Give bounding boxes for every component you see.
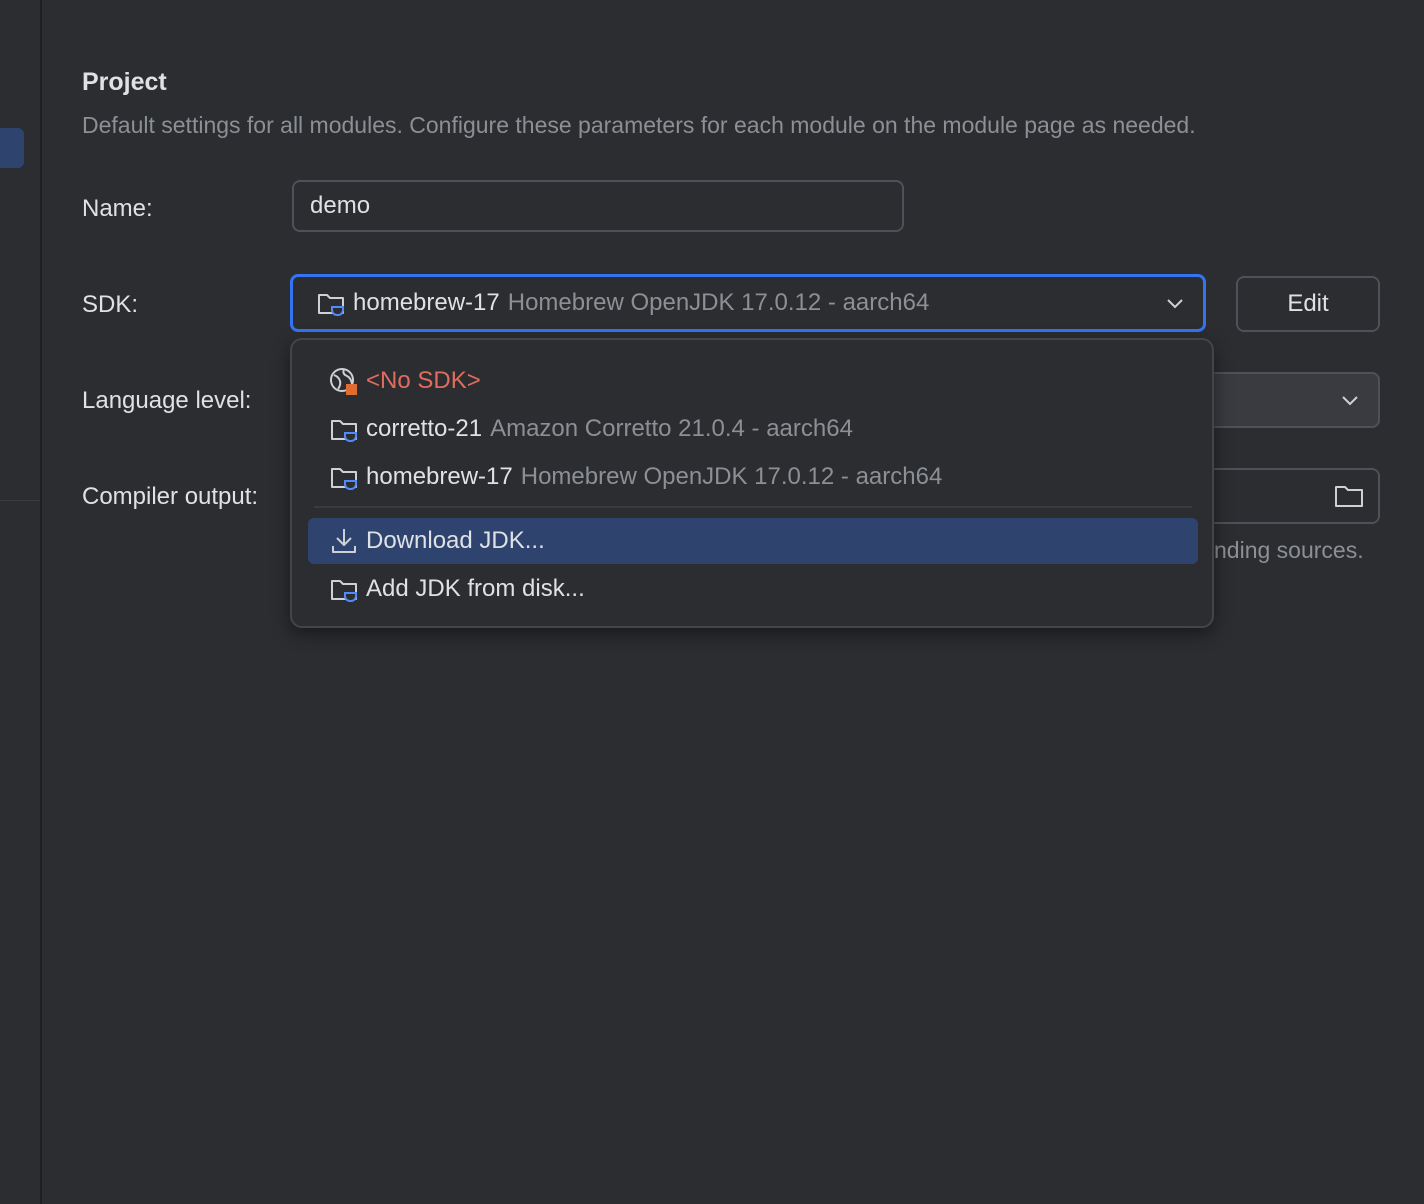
compiler-output-field[interactable]	[1210, 468, 1380, 524]
language-level-label: Language level:	[82, 387, 252, 414]
sdk-option-name: <No SDK>	[366, 367, 481, 394]
jdk-folder-icon	[331, 468, 357, 490]
no-sdk-icon	[330, 368, 357, 395]
sidebar-selected-item[interactable]	[0, 128, 24, 168]
sdk-option-detail: Homebrew OpenJDK 17.0.12 - aarch64	[520, 463, 943, 490]
sidebar-divider	[0, 500, 40, 501]
page-title: Project	[82, 68, 167, 96]
project-name-input[interactable]	[292, 180, 904, 232]
language-level-combobox[interactable]	[1210, 372, 1380, 428]
edit-sdk-button[interactable]: Edit	[1236, 276, 1380, 332]
settings-sidebar	[0, 0, 42, 1204]
sdk-option-detail: Amazon Corretto 21.0.4 - aarch64	[490, 415, 853, 442]
dropdown-separator	[314, 506, 1192, 508]
action-label: Add JDK from disk...	[366, 575, 585, 602]
sdk-label: SDK:	[82, 291, 139, 318]
compiler-output-hint: nding sources.	[1214, 537, 1364, 563]
sdk-option-no-sdk[interactable]: <No SDK>	[308, 358, 1198, 404]
name-label: Name:	[82, 195, 153, 222]
sdk-combobox[interactable]: homebrew-17 Homebrew OpenJDK 17.0.12 - a…	[290, 274, 1206, 332]
chevron-down-icon	[1342, 396, 1358, 406]
sdk-option-name: homebrew-17	[366, 463, 513, 490]
chevron-down-icon	[1167, 299, 1183, 309]
jdk-folder-icon	[318, 294, 344, 316]
sdk-option-homebrew-17[interactable]: homebrew-17 Homebrew OpenJDK 17.0.12 - a…	[308, 454, 1198, 500]
page-description: Default settings for all modules. Config…	[82, 112, 1196, 138]
sdk-selected-detail: Homebrew OpenJDK 17.0.12 - aarch64	[507, 289, 930, 316]
jdk-folder-icon	[331, 580, 357, 602]
jdk-folder-icon	[331, 420, 357, 442]
sdk-selected-name: homebrew-17	[353, 289, 500, 316]
sdk-dropdown-popup: <No SDK> corretto-21 Amazon Corretto 21.…	[290, 338, 1214, 628]
add-jdk-from-disk-action[interactable]: Add JDK from disk...	[308, 566, 1198, 612]
sdk-option-name: corretto-21	[366, 415, 483, 442]
action-label: Download JDK...	[366, 527, 545, 554]
sdk-option-corretto-21[interactable]: corretto-21 Amazon Corretto 21.0.4 - aar…	[308, 406, 1198, 452]
download-jdk-action[interactable]: Download JDK...	[308, 518, 1198, 564]
browse-folder-icon[interactable]	[1334, 482, 1364, 510]
download-icon	[332, 529, 356, 553]
compiler-output-label: Compiler output:	[82, 483, 259, 510]
